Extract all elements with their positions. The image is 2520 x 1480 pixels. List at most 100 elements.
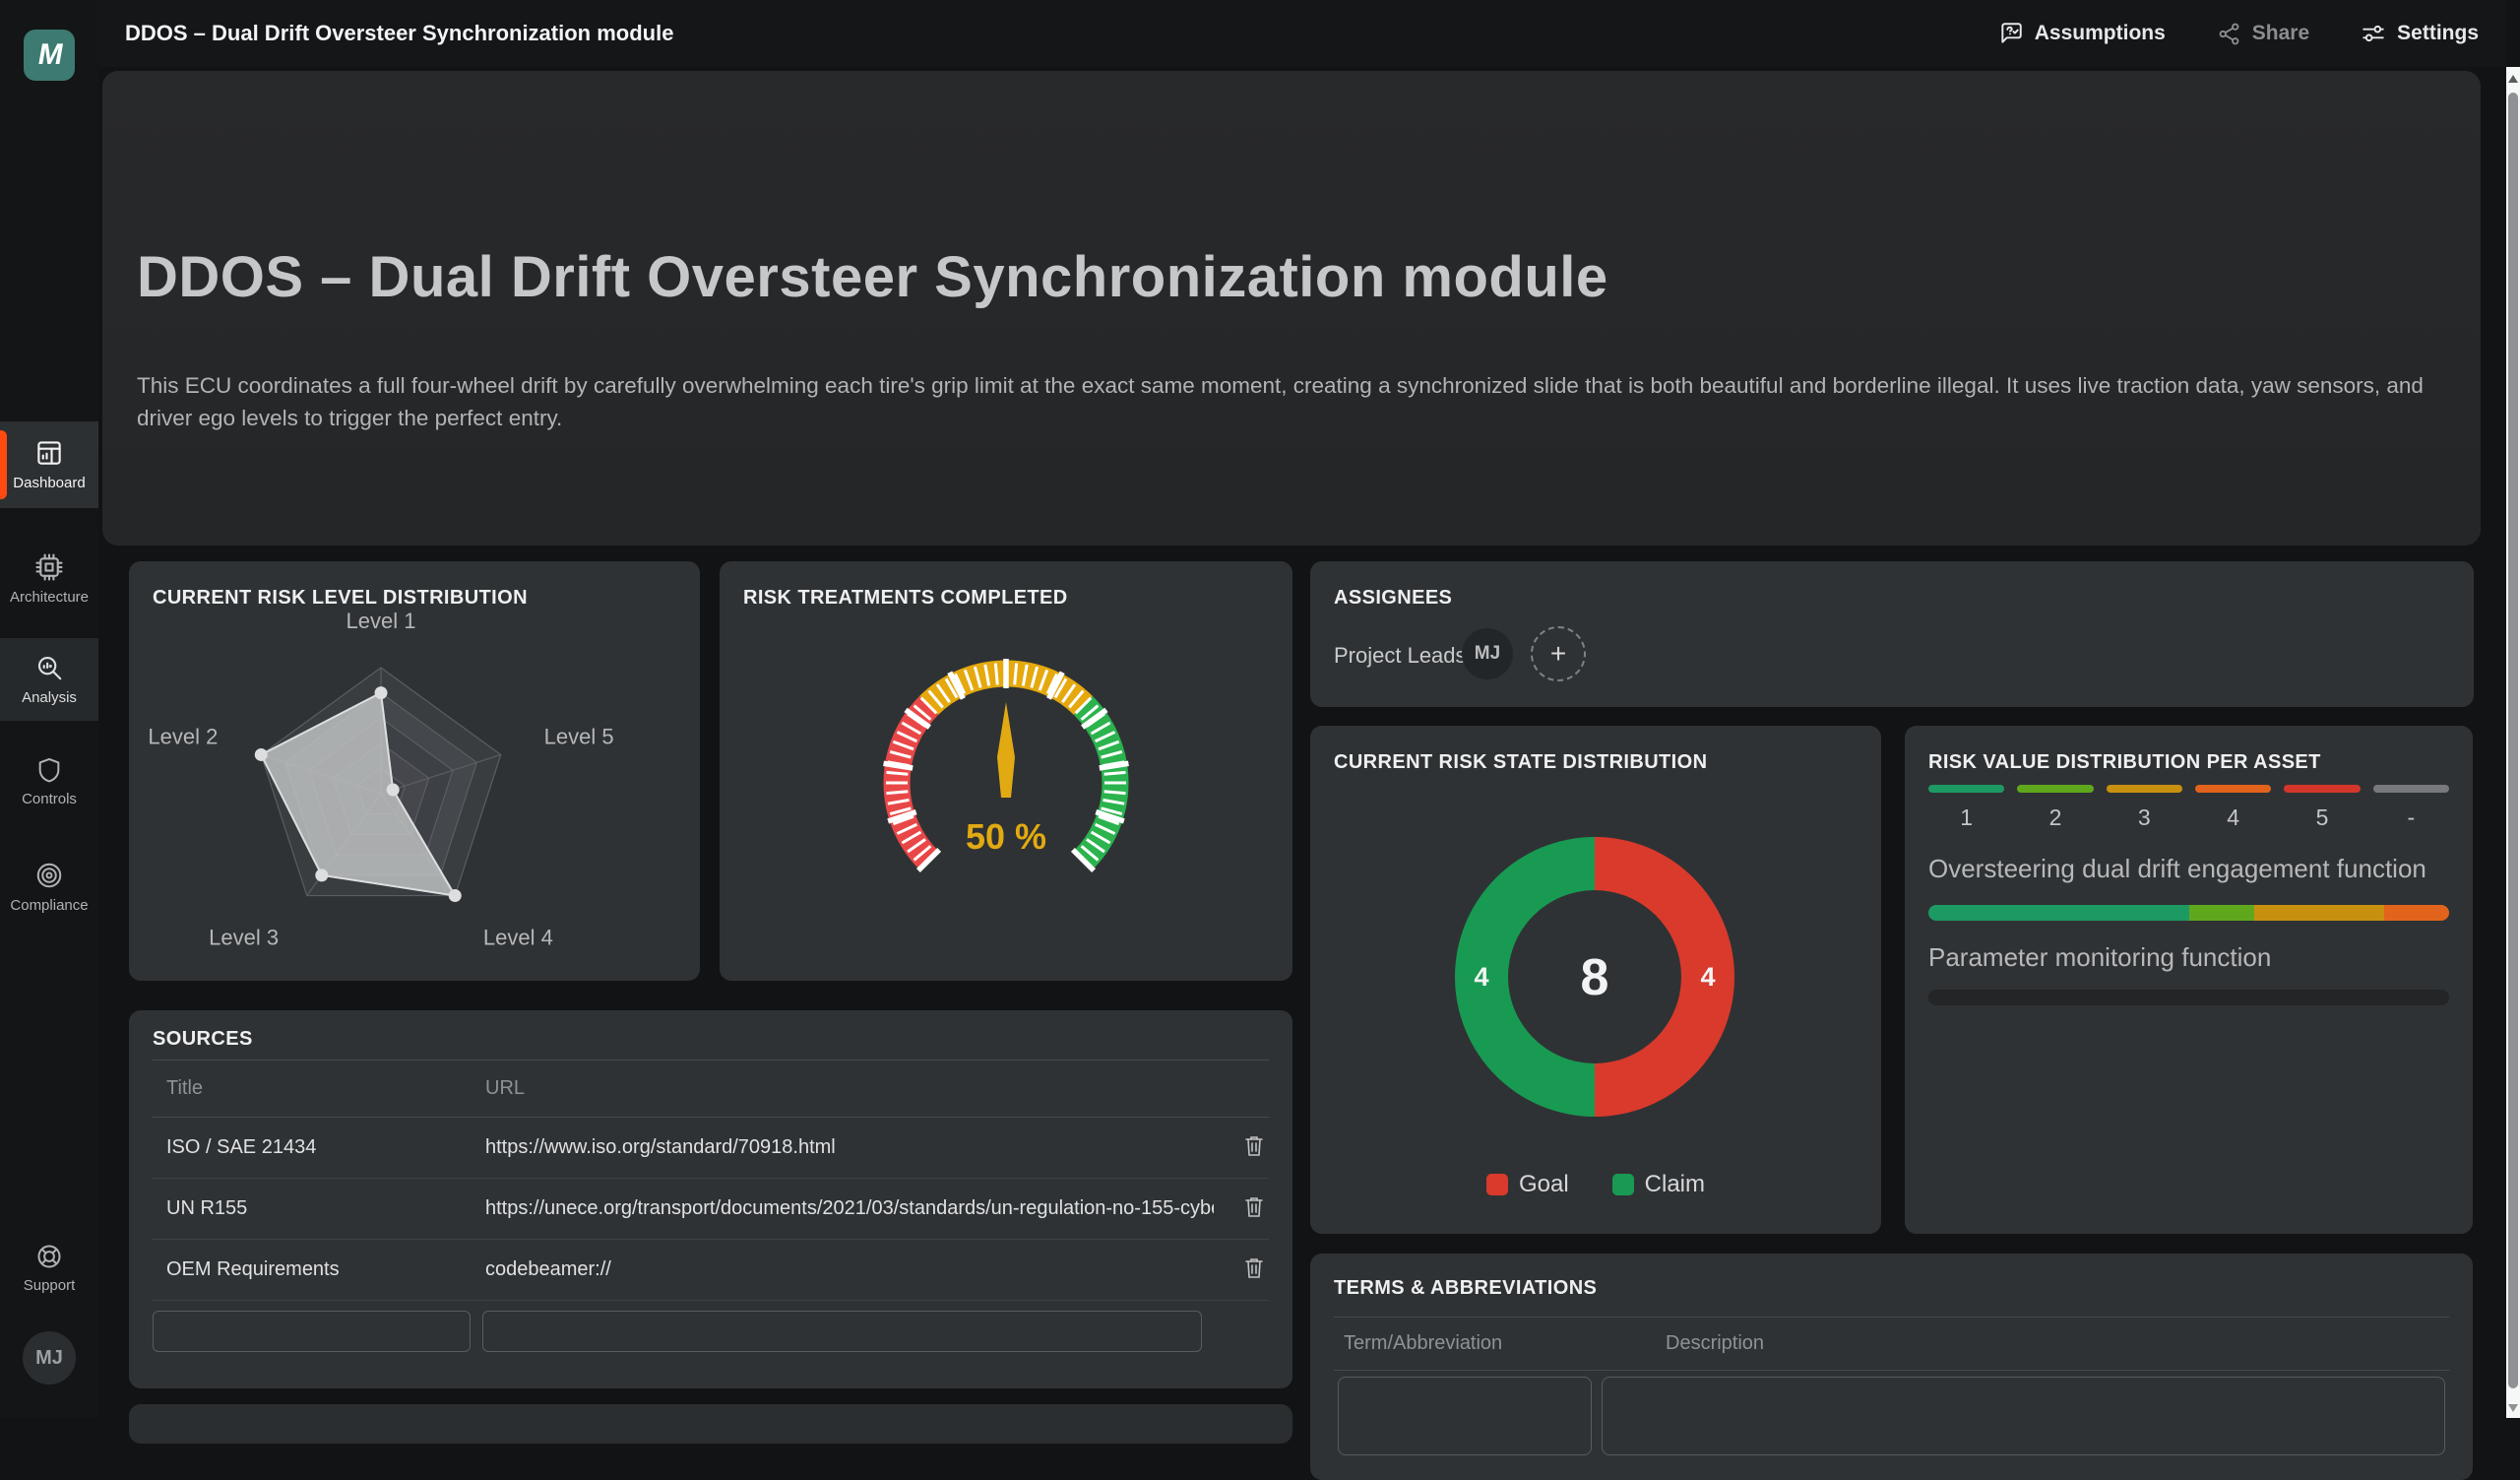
assumptions-button[interactable]: Assumptions bbox=[1998, 21, 2166, 46]
scale-label: 3 bbox=[2107, 804, 2182, 831]
vertical-scrollbar[interactable] bbox=[2506, 67, 2520, 1418]
svg-text:Level 4: Level 4 bbox=[483, 926, 553, 950]
scale-cell: 2 bbox=[2017, 785, 2093, 831]
sidebar-item-dashboard[interactable]: Dashboard bbox=[0, 421, 98, 508]
settings-icon bbox=[2361, 21, 2386, 46]
controls-shield-icon bbox=[35, 756, 63, 784]
app-logo[interactable]: M bbox=[24, 30, 75, 81]
column-description: Description bbox=[1666, 1332, 2449, 1355]
scale-label: 1 bbox=[1928, 804, 2004, 831]
scroll-up-arrow[interactable] bbox=[2508, 75, 2518, 83]
window-title: DDOS – Dual Drift Oversteer Synchronizat… bbox=[125, 0, 673, 67]
claim-swatch bbox=[1612, 1174, 1634, 1195]
goal-swatch bbox=[1486, 1174, 1508, 1195]
svg-text:Level 3: Level 3 bbox=[209, 926, 279, 950]
radar-chart: Level 1Level 2Level 3Level 4Level 5 bbox=[129, 561, 700, 981]
analysis-icon bbox=[34, 653, 64, 682]
settings-button[interactable]: Settings bbox=[2361, 21, 2479, 46]
sidebar-item-architecture[interactable]: Architecture bbox=[0, 537, 98, 621]
page-title: DDOS – Dual Drift Oversteer Synchronizat… bbox=[137, 244, 1608, 310]
scale-label: 2 bbox=[2017, 804, 2093, 831]
svg-text:4: 4 bbox=[1474, 962, 1488, 992]
card-title: RISK VALUE DISTRIBUTION PER ASSET bbox=[1928, 751, 2321, 774]
legend-item-goal: Goal bbox=[1486, 1171, 1569, 1198]
share-button[interactable]: Share bbox=[2217, 22, 2309, 46]
card-title: ASSIGNEES bbox=[1334, 587, 1452, 610]
source-title: ISO / SAE 21434 bbox=[166, 1136, 485, 1159]
sidebar-item-label: Architecture bbox=[10, 589, 89, 606]
risk-bar-segment bbox=[2384, 905, 2449, 921]
assumptions-icon bbox=[1998, 21, 2024, 46]
svg-text:8: 8 bbox=[1581, 949, 1609, 1006]
new-term-input[interactable] bbox=[1338, 1377, 1592, 1455]
sidebar-item-analysis[interactable]: Analysis bbox=[0, 638, 98, 721]
risk-bar-segment bbox=[1928, 905, 2189, 921]
add-term-row bbox=[1338, 1377, 2445, 1455]
assignee-avatar[interactable]: MJ bbox=[1462, 628, 1513, 679]
sidebar-item-label: Controls bbox=[22, 791, 77, 807]
sidebar-item-label: Compliance bbox=[10, 897, 88, 914]
share-icon bbox=[2217, 22, 2241, 46]
svg-text:Level 5: Level 5 bbox=[544, 724, 614, 748]
scale-cell: 4 bbox=[2195, 785, 2271, 831]
claim-label: Claim bbox=[1645, 1171, 1705, 1198]
trash-icon bbox=[1243, 1134, 1265, 1158]
scale-swatch bbox=[2017, 785, 2093, 793]
add-assignee-button[interactable]: + bbox=[1531, 626, 1586, 681]
scale-swatch bbox=[2195, 785, 2271, 793]
svg-text:50 %: 50 % bbox=[966, 816, 1046, 857]
scale-swatch bbox=[1928, 785, 2004, 793]
active-accent-bar bbox=[0, 430, 7, 499]
top-bar: DDOS – Dual Drift Oversteer Synchronizat… bbox=[0, 0, 2506, 67]
svg-text:4: 4 bbox=[1700, 962, 1715, 992]
delete-source-button[interactable] bbox=[1239, 1253, 1269, 1287]
divider bbox=[1334, 1370, 2449, 1371]
card-title: TERMS & ABBREVIATIONS bbox=[1334, 1277, 1597, 1300]
svg-text:Level 2: Level 2 bbox=[148, 724, 218, 748]
new-source-title-input[interactable] bbox=[153, 1311, 471, 1352]
support-lifebuoy-icon bbox=[35, 1243, 63, 1270]
new-source-url-input[interactable] bbox=[482, 1311, 1202, 1352]
scale-cell: 3 bbox=[2107, 785, 2182, 831]
scrollbar-thumb[interactable] bbox=[2508, 93, 2518, 1388]
sidebar-item-label: Support bbox=[24, 1277, 76, 1294]
scroll-down-arrow[interactable] bbox=[2508, 1404, 2518, 1412]
source-url: https://unece.org/transport/documents/20… bbox=[485, 1197, 1214, 1220]
trash-icon bbox=[1243, 1256, 1265, 1280]
column-url: URL bbox=[485, 1077, 1214, 1100]
sidebar-item-label: Dashboard bbox=[13, 475, 85, 491]
terms-abbreviations-card: TERMS & ABBREVIATIONS Term/Abbreviation … bbox=[1310, 1254, 2473, 1480]
sidebar-item-controls[interactable]: Controls bbox=[0, 740, 98, 823]
asset-risk-bar bbox=[1928, 990, 2449, 1005]
sources-card: SOURCES Title URL ISO / SAE 21434 https:… bbox=[129, 1010, 1292, 1388]
terms-table-header: Term/Abbreviation Description bbox=[1334, 1317, 2449, 1370]
assumptions-label: Assumptions bbox=[2035, 22, 2166, 45]
dashboard-icon bbox=[34, 438, 64, 468]
risk-value-per-asset-card: RISK VALUE DISTRIBUTION PER ASSET 1 2 3 … bbox=[1905, 726, 2473, 1234]
source-url: https://www.iso.org/standard/70918.html bbox=[485, 1136, 1214, 1159]
source-row: UN R155 https://unece.org/transport/docu… bbox=[153, 1179, 1269, 1240]
delete-source-button[interactable] bbox=[1239, 1191, 1269, 1226]
sidebar-item-support[interactable]: Support bbox=[0, 1229, 98, 1308]
scale-cell: - bbox=[2373, 785, 2449, 831]
goal-label: Goal bbox=[1519, 1171, 1569, 1198]
asset-risk-bar bbox=[1928, 905, 2449, 921]
column-title: Title bbox=[166, 1077, 485, 1100]
sidebar-item-compliance[interactable]: Compliance bbox=[0, 845, 98, 930]
user-avatar[interactable]: MJ bbox=[23, 1331, 76, 1384]
asset-name: Oversteering dual drift engagement funct… bbox=[1928, 854, 2426, 884]
project-leads-label: Project Leads bbox=[1334, 643, 1467, 669]
delete-source-button[interactable] bbox=[1239, 1130, 1269, 1165]
source-title: UN R155 bbox=[166, 1197, 485, 1220]
add-source-row bbox=[153, 1311, 1202, 1352]
assignees-card: ASSIGNEES Project Leads MJ + bbox=[1310, 561, 2474, 707]
page-description: This ECU coordinates a full four-wheel d… bbox=[137, 370, 2460, 434]
card-title: SOURCES bbox=[153, 1028, 253, 1051]
scale-label: 4 bbox=[2195, 804, 2271, 831]
scale-swatch bbox=[2107, 785, 2182, 793]
scale-label: 5 bbox=[2284, 804, 2360, 831]
compliance-icon bbox=[34, 861, 64, 890]
new-description-input[interactable] bbox=[1602, 1377, 2445, 1455]
source-row: ISO / SAE 21434 https://www.iso.org/stan… bbox=[153, 1118, 1269, 1179]
hero-section: DDOS – Dual Drift Oversteer Synchronizat… bbox=[102, 71, 2481, 546]
